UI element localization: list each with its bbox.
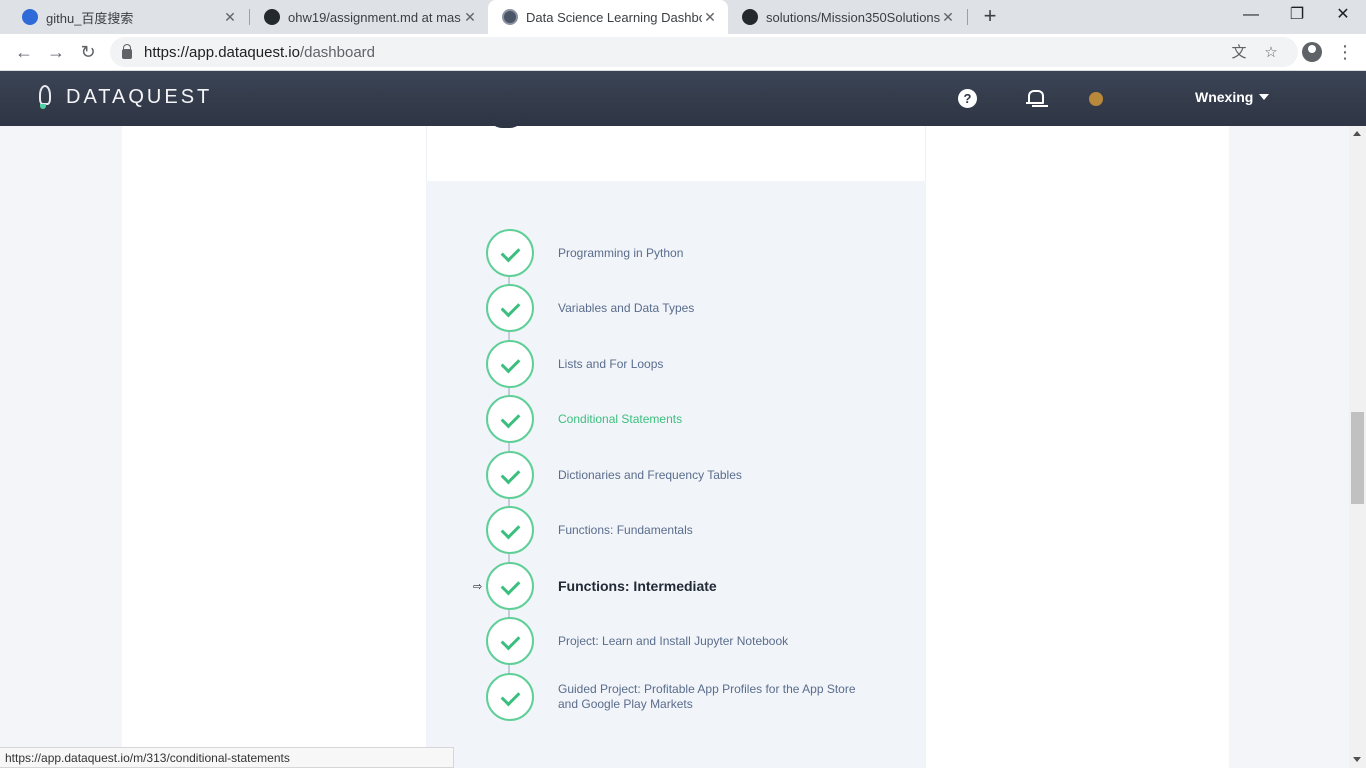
tab-title: solutions/Mission350Solutions [766,9,940,25]
step-programming-in-python[interactable]: Programming in Python [486,229,886,277]
step-functions-intermediate[interactable]: Functions: Intermediate [486,562,886,610]
github-icon [264,9,280,25]
check-icon [486,395,534,443]
profile-icon[interactable] [1302,42,1322,62]
user-menu[interactable]: Wnexing [1195,89,1270,105]
site-header: DATAQUEST ? Wnexing [0,71,1366,126]
new-tab-button[interactable]: + [978,5,1002,29]
restore-button[interactable]: ❐ [1274,0,1320,34]
rocket-icon [36,85,51,109]
logo-text: DATAQUEST [66,85,213,108]
username: Wnexing [1195,89,1254,105]
url-host: https://app.dataquest.io [144,43,300,61]
course-card-header [426,126,926,181]
github-icon [742,9,758,25]
baidu-icon [22,9,38,25]
step-label[interactable]: Conditional Statements [558,412,682,427]
tab-baidu-search[interactable]: githu_百度搜索 ✕ [8,0,248,34]
forward-button[interactable]: → [42,38,70,66]
bookmark-star-icon[interactable]: ☆ [1262,44,1280,62]
link-status-bar: https://app.dataquest.io/m/313/condition… [0,747,454,768]
notification-bell-icon[interactable] [1026,89,1044,107]
check-icon [486,340,534,388]
tab-title: githu_百度搜索 [46,10,134,26]
check-icon [486,562,534,610]
help-icon[interactable]: ? [958,89,977,108]
step-label[interactable]: Functions: Fundamentals [558,523,693,538]
step-label[interactable]: Variables and Data Types [558,301,694,316]
close-icon[interactable]: ✕ [462,9,478,26]
tab-divider [967,9,968,25]
step-functions-fundamentals[interactable]: Functions: Fundamentals [486,506,886,554]
check-icon [486,284,534,332]
pointer-cursor-icon: ⇨ [473,581,483,593]
close-icon[interactable]: ✕ [940,9,956,26]
dataquest-logo[interactable]: DATAQUEST [36,85,212,109]
step-project-jupyter-notebook[interactable]: Project: Learn and Install Jupyter Noteb… [486,617,886,665]
check-icon [486,451,534,499]
address-bar[interactable]: https://app.dataquest.io/dashboard 文 ☆ [110,37,1298,67]
close-icon[interactable]: ✕ [702,9,718,26]
close-window-button[interactable]: ✕ [1320,0,1366,34]
scroll-down-arrow-icon[interactable] [1353,757,1361,762]
step-lists-and-for-loops[interactable]: Lists and For Loops [486,340,886,388]
step-label[interactable]: Guided Project: Profitable App Profiles … [558,682,878,712]
tab-dataquest-dashboard[interactable]: Data Science Learning Dashbo ✕ [488,0,728,34]
step-label[interactable]: Programming in Python [558,246,683,261]
check-icon [486,617,534,665]
check-icon [486,229,534,277]
browser-tab-strip: githu_百度搜索 ✕ ohw19/assignment.md at mas … [0,0,1366,34]
url-path: /dashboard [299,43,376,61]
minimize-button[interactable]: — [1228,0,1274,34]
back-button[interactable]: ← [10,38,38,66]
close-icon[interactable]: ✕ [222,9,238,26]
status-dot[interactable] [1089,92,1103,106]
browser-toolbar: ← → ↻ https://app.dataquest.io/dashboard… [0,34,1366,71]
translate-icon[interactable]: 文 [1230,44,1248,62]
tab-github-assignment[interactable]: ohw19/assignment.md at mas ✕ [250,0,488,34]
step-label[interactable]: Lists and For Loops [558,357,663,372]
step-label[interactable]: Functions: Intermediate [558,578,717,594]
step-label[interactable]: Dictionaries and Frequency Tables [558,468,742,483]
reload-button[interactable]: ↻ [74,38,102,66]
step-variables-and-data-types[interactable]: Variables and Data Types [486,284,886,332]
dataquest-icon [502,9,518,25]
lock-icon[interactable] [122,43,132,59]
step-label[interactable]: Project: Learn and Install Jupyter Noteb… [558,634,788,649]
step-dictionaries-and-frequency-tables[interactable]: Dictionaries and Frequency Tables [486,451,886,499]
tab-github-solutions[interactable]: solutions/Mission350Solutions ✕ [728,0,966,34]
tab-title: ohw19/assignment.md at mas [288,9,461,25]
check-icon [486,506,534,554]
step-conditional-statements[interactable]: Conditional Statements [486,395,886,443]
tab-title: Data Science Learning Dashbo [526,9,702,25]
browser-menu-icon[interactable]: ⋮ [1336,38,1354,66]
step-guided-project-app-profiles[interactable]: Guided Project: Profitable App Profiles … [486,673,906,721]
check-icon [486,673,534,721]
scroll-up-arrow-icon[interactable] [1353,131,1361,136]
caret-down-icon [1259,94,1270,100]
scrollbar-thumb[interactable] [1351,412,1364,504]
